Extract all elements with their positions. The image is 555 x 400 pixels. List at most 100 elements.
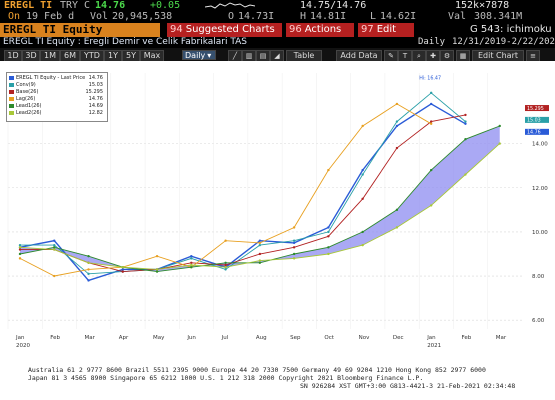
data-point (395, 120, 399, 123)
data-point (224, 266, 227, 269)
legend-value: 14.76 (88, 75, 103, 81)
security-input[interactable]: EREGL TI Equity (0, 23, 160, 37)
data-point (292, 257, 296, 260)
data-point (327, 226, 330, 229)
data-point (224, 268, 227, 271)
price-flag: C (84, 0, 91, 11)
legend-item-lead1: Lead1(26) 14.69 (9, 103, 105, 109)
toolbar: EREGL TI Equity 94 Suggested Charts 96 Act… (0, 23, 555, 37)
right-value-label: 14.76 (527, 130, 541, 136)
edit-number: 97 (361, 24, 374, 35)
data-point (258, 261, 262, 264)
data-point (327, 235, 330, 238)
data-point (395, 102, 399, 106)
frequency-select[interactable]: Daily ▾ (182, 50, 216, 60)
data-point (258, 241, 262, 245)
data-point (224, 239, 227, 242)
suggested-charts-label: Suggested Charts (185, 24, 275, 35)
data-point (327, 246, 330, 249)
suggested-charts-button[interactable]: 94 Suggested Charts (167, 23, 282, 37)
x-tick-label: Mar (496, 335, 507, 341)
x-tick-label: Sep (290, 335, 301, 341)
actions-label: Actions (304, 24, 342, 35)
legend-name: EREGL TI Equity - Last Price (16, 75, 86, 81)
ticker[interactable]: EREGL TI (4, 0, 52, 11)
data-point (429, 168, 433, 172)
legend-swatch (9, 97, 14, 101)
x-year-label: 2021 (427, 343, 441, 349)
data-point (429, 91, 433, 95)
x-tick-label: Dec (393, 335, 404, 341)
date-range[interactable]: 12/31/2019-2/22/2021 (452, 37, 555, 48)
actions-number: 96 (289, 24, 302, 35)
bid-ask-size: 152k×7878 (455, 0, 510, 11)
data-point (224, 261, 227, 264)
data-point (53, 246, 56, 249)
quote-date: 19 Feb d (26, 11, 75, 22)
legend-name: Lead2(26) (16, 110, 42, 116)
data-point (292, 252, 296, 256)
legend-item-lead2: Lead2(26) 12.82 (9, 110, 105, 116)
legend-swatch (9, 76, 14, 80)
actions-button[interactable]: 96 Actions (286, 23, 354, 37)
x-tick-label: Mar (85, 335, 96, 341)
data-point (155, 270, 159, 273)
data-point (292, 246, 296, 249)
legend-value: 15.03 (88, 82, 103, 88)
legend-value: 12.82 (88, 110, 103, 116)
data-point (53, 274, 56, 278)
last-price: 14.76 (95, 0, 126, 11)
footer-line-1: Australia 61 2 9777 8600 Brazil 5511 239… (28, 366, 486, 374)
open-label: O (228, 11, 235, 22)
series-line (20, 114, 466, 273)
data-point (292, 239, 296, 242)
data-point (87, 268, 90, 271)
legend-name: Base(26) (16, 89, 39, 95)
volume-value: 20,945,538 (112, 11, 173, 22)
data-point (18, 243, 22, 247)
legend-swatch (9, 90, 14, 94)
y-tick-label: 8.00 (532, 274, 545, 280)
period-label: Daily (418, 37, 446, 47)
x-tick-label: Oct (324, 335, 334, 341)
x-tick-label: Aug (256, 335, 267, 341)
data-point (292, 226, 296, 229)
frequency-value: Daily (185, 51, 206, 60)
data-point (258, 259, 262, 262)
legend-value: 14.69 (88, 103, 103, 109)
legend-name: Lead1(26) (16, 103, 42, 109)
data-point (498, 124, 501, 128)
val-label: Val (448, 11, 467, 22)
data-point (121, 266, 124, 269)
data-point (429, 204, 433, 207)
data-point (429, 120, 433, 123)
x-tick-label: Jul (221, 335, 229, 341)
data-point (361, 124, 364, 128)
chart-legend[interactable]: EREGL TI Equity - Last Price 14.76 Conv(… (6, 72, 108, 122)
quote-bar: EREGL TI TRY C 14.76 +0.05 14.75/14.76 1… (0, 0, 555, 11)
volume-label: Vol (90, 11, 109, 22)
right-value-label: 15.295 (527, 106, 544, 112)
sparkline-icon (205, 2, 255, 9)
data-point (121, 268, 124, 271)
data-point (18, 248, 22, 251)
data-point (224, 263, 227, 267)
data-point (395, 208, 399, 212)
data-point (258, 239, 262, 242)
footer-line-2: Japan 81 3 4565 8900 Singapore 65 6212 1… (28, 374, 424, 382)
series-line (19, 103, 466, 282)
edit-button[interactable]: 97 Edit (358, 23, 414, 37)
data-point (361, 173, 364, 176)
data-point (190, 261, 193, 264)
data-point (87, 279, 90, 282)
x-year-label: 2020 (16, 343, 30, 349)
low-label: L (370, 11, 377, 22)
y-tick-label: 12.00 (532, 186, 548, 192)
legend-item-last-price: EREGL TI Equity - Last Price 14.76 (9, 75, 105, 81)
legend-item-base: Base(26) 15.295 (9, 89, 105, 95)
high-value: 14.81I (310, 11, 347, 22)
data-point (361, 243, 364, 247)
data-point (361, 230, 364, 234)
x-tick-label: May (153, 335, 165, 341)
suggested-charts-number: 94 (170, 24, 183, 35)
